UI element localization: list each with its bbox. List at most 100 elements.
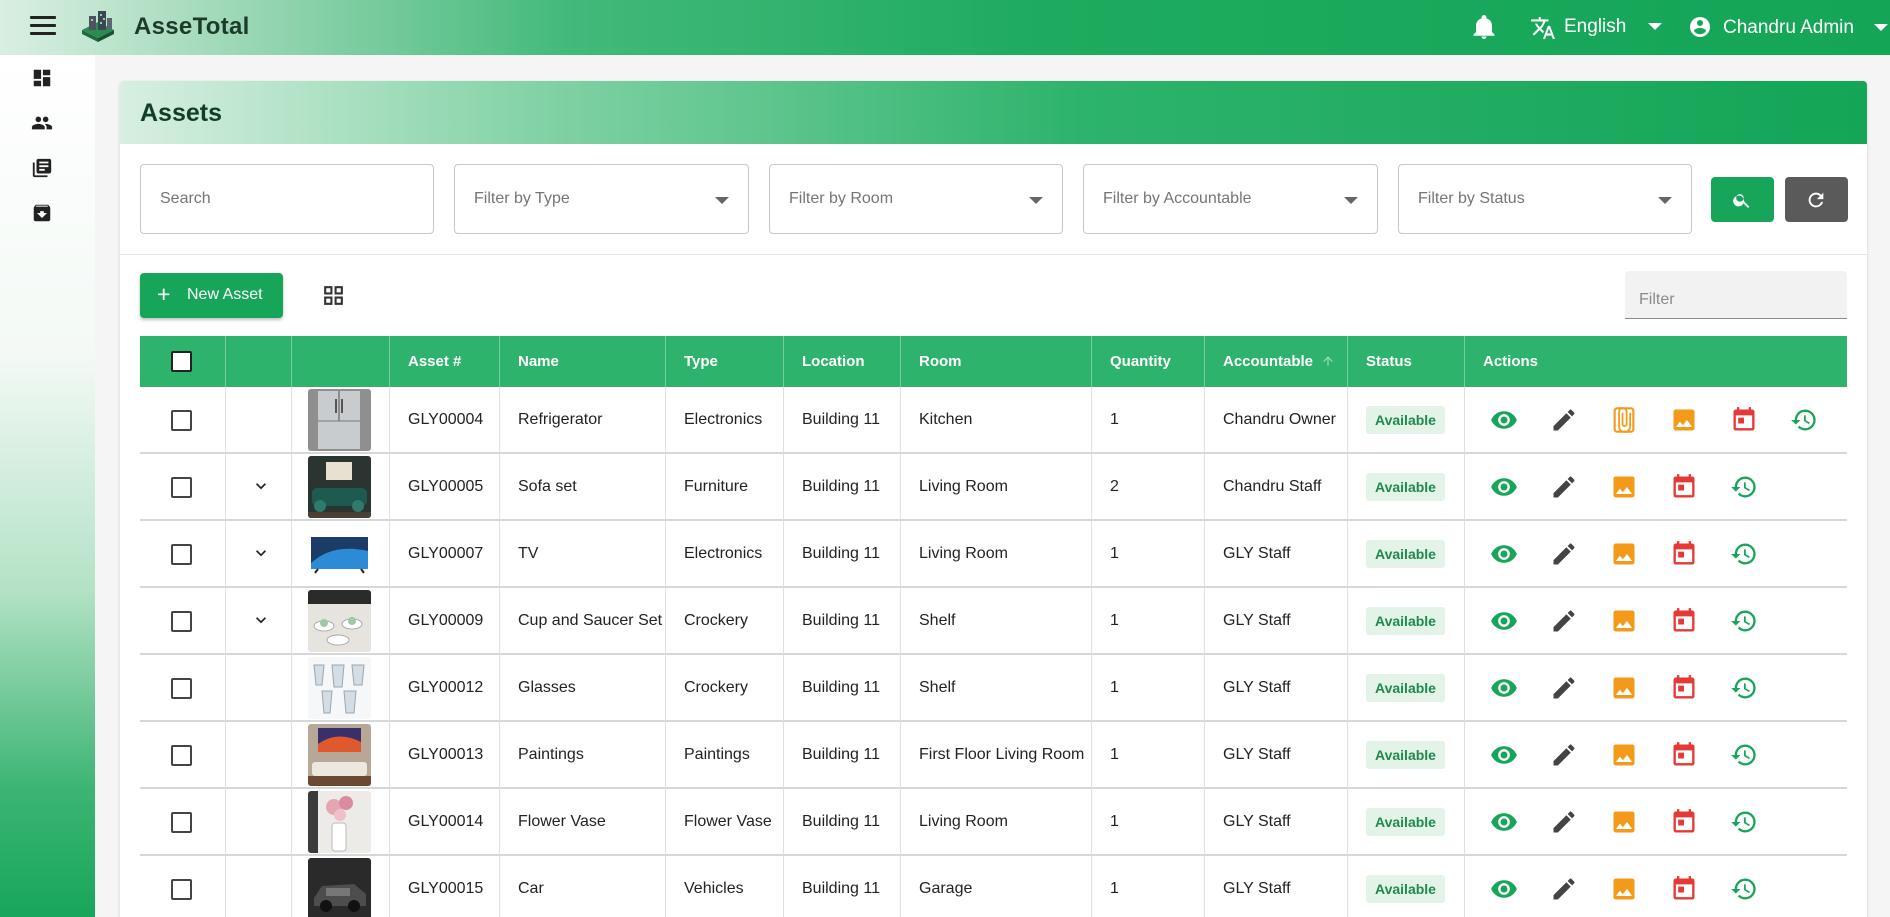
header-accountable[interactable]: Accountable bbox=[1205, 336, 1348, 387]
history-icon[interactable] bbox=[1730, 473, 1758, 501]
asset-thumbnail[interactable] bbox=[308, 657, 371, 719]
edit-icon[interactable] bbox=[1550, 875, 1578, 903]
image-icon[interactable] bbox=[1610, 607, 1638, 635]
image-icon[interactable] bbox=[1610, 473, 1638, 501]
calendar-icon[interactable] bbox=[1670, 540, 1698, 568]
image-icon[interactable] bbox=[1610, 808, 1638, 836]
reset-button[interactable] bbox=[1785, 177, 1848, 222]
attachment-icon[interactable] bbox=[1610, 406, 1638, 434]
row-checkbox[interactable] bbox=[171, 611, 192, 632]
history-icon[interactable] bbox=[1730, 808, 1758, 836]
asset-thumbnail[interactable] bbox=[308, 724, 371, 786]
calendar-icon[interactable] bbox=[1670, 607, 1698, 635]
asset-thumbnail[interactable] bbox=[308, 590, 371, 652]
asset-thumbnail[interactable] bbox=[308, 791, 371, 853]
row-checkbox[interactable] bbox=[171, 477, 192, 498]
table-row[interactable]: GLY00015 Car Vehicles Building 11 Garage 1 GLY… bbox=[140, 856, 1847, 917]
row-checkbox[interactable] bbox=[171, 678, 192, 699]
history-icon[interactable] bbox=[1790, 406, 1818, 434]
search-button[interactable] bbox=[1711, 177, 1774, 222]
chevron-down-icon[interactable] bbox=[251, 543, 271, 563]
asset-thumbnail[interactable] bbox=[308, 523, 371, 585]
image-icon[interactable] bbox=[1610, 674, 1638, 702]
chevron-down-icon[interactable] bbox=[251, 610, 271, 630]
library-books-icon[interactable] bbox=[31, 157, 53, 179]
table-row[interactable]: GLY00012 Glasses Crockery Building 11 Shelf 1… bbox=[140, 655, 1847, 722]
row-checkbox[interactable] bbox=[171, 812, 192, 833]
header-asset-number[interactable]: Asset # bbox=[390, 336, 500, 387]
grid-view-icon[interactable] bbox=[321, 283, 346, 308]
user-dropdown-icon[interactable] bbox=[1874, 24, 1888, 31]
translate-icon[interactable] bbox=[1530, 15, 1556, 41]
table-row[interactable]: GLY00009 Cup and Saucer Set Crockery Buildi… bbox=[140, 588, 1847, 655]
history-icon[interactable] bbox=[1730, 875, 1758, 903]
view-icon[interactable] bbox=[1490, 540, 1518, 568]
notifications-icon[interactable] bbox=[1472, 14, 1496, 40]
asset-thumbnail[interactable] bbox=[308, 456, 371, 518]
edit-icon[interactable] bbox=[1550, 808, 1578, 836]
calendar-icon[interactable] bbox=[1670, 741, 1698, 769]
view-icon[interactable] bbox=[1490, 808, 1518, 836]
user-menu[interactable]: Chandru Admin bbox=[1723, 17, 1854, 39]
image-icon[interactable] bbox=[1610, 741, 1638, 769]
dashboard-icon[interactable] bbox=[31, 67, 53, 89]
header-location[interactable]: Location bbox=[784, 336, 901, 387]
header-room[interactable]: Room bbox=[901, 336, 1092, 387]
calendar-icon[interactable] bbox=[1670, 875, 1698, 903]
calendar-icon[interactable] bbox=[1670, 808, 1698, 836]
header-name[interactable]: Name bbox=[500, 336, 666, 387]
asset-thumbnail[interactable] bbox=[308, 389, 371, 451]
sort-arrow-up-icon[interactable] bbox=[1321, 354, 1335, 368]
view-icon[interactable] bbox=[1490, 875, 1518, 903]
table-row[interactable]: GLY00007 TV Electronics Building 11 Living R… bbox=[140, 521, 1847, 588]
type-filter-select[interactable]: Filter by Type bbox=[454, 164, 749, 234]
status-filter-select[interactable]: Filter by Status bbox=[1398, 164, 1692, 234]
image-icon[interactable] bbox=[1610, 875, 1638, 903]
new-asset-button[interactable]: + New Asset bbox=[140, 273, 283, 318]
accountable-filter-select[interactable]: Filter by Accountable bbox=[1083, 164, 1378, 234]
view-icon[interactable] bbox=[1490, 674, 1518, 702]
room-filter-select[interactable]: Filter by Room bbox=[769, 164, 1063, 234]
chevron-down-icon[interactable] bbox=[251, 476, 271, 496]
history-icon[interactable] bbox=[1730, 607, 1758, 635]
edit-icon[interactable] bbox=[1550, 741, 1578, 769]
edit-icon[interactable] bbox=[1550, 607, 1578, 635]
language-dropdown-icon[interactable] bbox=[1648, 23, 1662, 30]
calendar-icon[interactable] bbox=[1670, 674, 1698, 702]
table-row[interactable]: GLY00004 Refrigerator Electronics Building … bbox=[140, 387, 1847, 454]
header-type[interactable]: Type bbox=[666, 336, 784, 387]
header-quantity[interactable]: Quantity bbox=[1092, 336, 1205, 387]
edit-icon[interactable] bbox=[1550, 473, 1578, 501]
history-icon[interactable] bbox=[1730, 540, 1758, 568]
archive-icon[interactable] bbox=[31, 202, 53, 224]
row-checkbox[interactable] bbox=[171, 879, 192, 900]
menu-icon[interactable] bbox=[30, 16, 56, 36]
view-icon[interactable] bbox=[1490, 607, 1518, 635]
account-circle-icon[interactable] bbox=[1688, 15, 1712, 39]
view-icon[interactable] bbox=[1490, 406, 1518, 434]
row-checkbox[interactable] bbox=[171, 410, 192, 431]
calendar-icon[interactable] bbox=[1670, 473, 1698, 501]
asset-thumbnail[interactable] bbox=[308, 858, 371, 917]
edit-icon[interactable] bbox=[1550, 406, 1578, 434]
people-icon[interactable] bbox=[31, 112, 53, 134]
language-selector[interactable]: English bbox=[1564, 16, 1626, 38]
table-row[interactable]: GLY00005 Sofa set Furniture Building 11 Livi… bbox=[140, 454, 1847, 521]
history-icon[interactable] bbox=[1730, 741, 1758, 769]
edit-icon[interactable] bbox=[1550, 540, 1578, 568]
table-row[interactable]: GLY00013 Paintings Paintings Building 11 Fir… bbox=[140, 722, 1847, 789]
header-status[interactable]: Status bbox=[1348, 336, 1465, 387]
image-icon[interactable] bbox=[1670, 406, 1698, 434]
table-filter-input[interactable]: Filter bbox=[1625, 271, 1847, 319]
calendar-icon[interactable] bbox=[1730, 406, 1758, 434]
edit-icon[interactable] bbox=[1550, 674, 1578, 702]
view-icon[interactable] bbox=[1490, 473, 1518, 501]
row-checkbox[interactable] bbox=[171, 544, 192, 565]
row-checkbox[interactable] bbox=[171, 745, 192, 766]
view-icon[interactable] bbox=[1490, 741, 1518, 769]
history-icon[interactable] bbox=[1730, 674, 1758, 702]
select-all-checkbox[interactable] bbox=[171, 351, 192, 372]
search-input[interactable]: Search bbox=[140, 164, 434, 234]
table-row[interactable]: GLY00014 Flower Vase Flower Vase Building 1… bbox=[140, 789, 1847, 856]
image-icon[interactable] bbox=[1610, 540, 1638, 568]
